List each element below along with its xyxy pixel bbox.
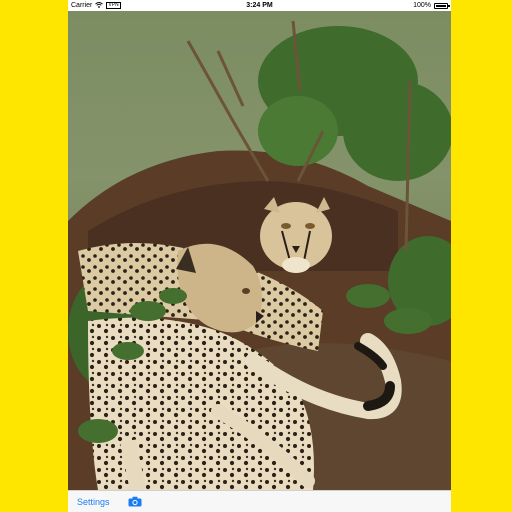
photo-canvas — [68, 11, 451, 490]
battery-icon — [434, 2, 450, 9]
cheetahs-photo[interactable] — [68, 11, 451, 490]
wifi-icon — [95, 1, 104, 10]
settings-button[interactable]: Settings — [77, 497, 110, 507]
battery-percent: 100% — [413, 2, 431, 9]
app-window: Carrier VPN 3:24 PM 100% Settings — [68, 0, 451, 512]
carrier-label: Carrier — [71, 2, 93, 9]
status-bar: Carrier VPN 3:24 PM 100% — [68, 0, 451, 11]
vpn-badge: VPN — [106, 2, 121, 9]
camera-icon[interactable] — [128, 496, 142, 508]
status-time: 3:24 PM — [246, 2, 273, 9]
bottom-toolbar: Settings — [68, 490, 451, 512]
battery-fill — [436, 4, 446, 7]
